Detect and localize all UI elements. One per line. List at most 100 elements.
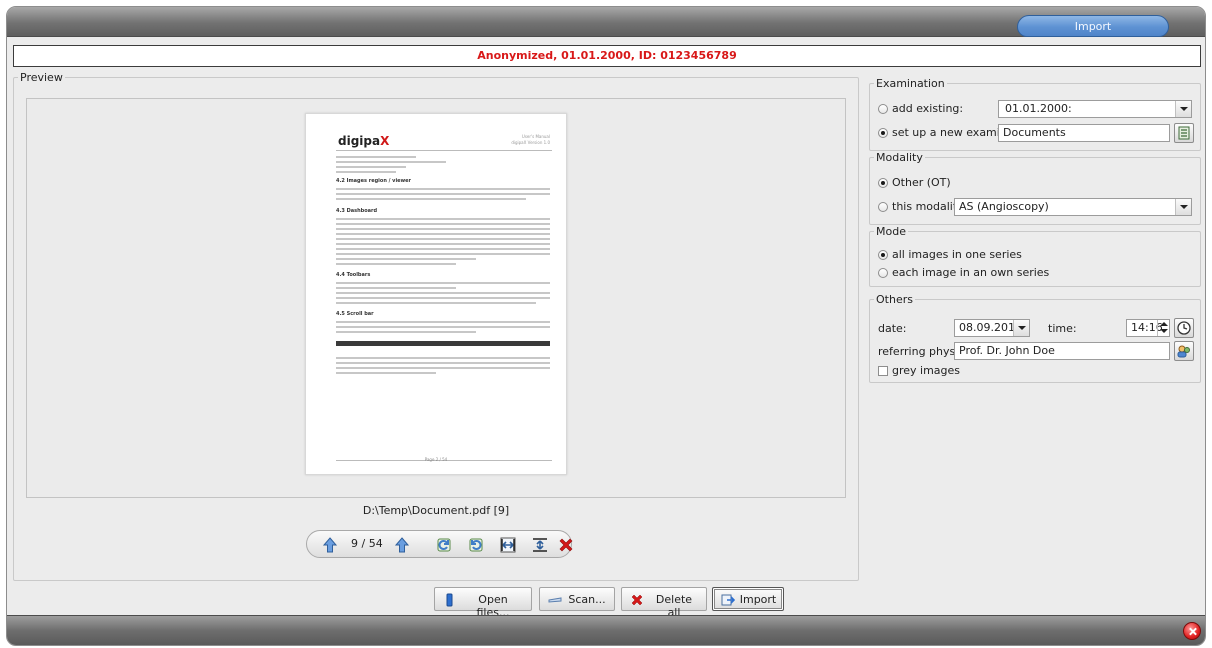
examination-list-button[interactable] xyxy=(1174,123,1194,143)
time-spinner[interactable] xyxy=(1157,320,1169,336)
all-one-series-label: all images in one series xyxy=(892,248,1022,261)
previous-page-button[interactable] xyxy=(321,536,339,554)
text-line xyxy=(336,188,550,190)
examination-group: Examination add existing: 01.01.2000: se… xyxy=(869,77,1201,151)
page-counter: 9 / 54 xyxy=(351,537,383,550)
text-line xyxy=(336,292,550,294)
import-button[interactable]: Import xyxy=(712,587,784,611)
fit-height-button[interactable] xyxy=(531,536,549,554)
mode-group: Mode all images in one series each image… xyxy=(869,225,1201,287)
text-line xyxy=(336,193,550,195)
text-line xyxy=(336,156,416,158)
rotate-right-button[interactable] xyxy=(467,536,485,554)
chevron-down-icon xyxy=(1175,101,1191,117)
chevron-down-icon xyxy=(1175,199,1191,215)
page-divider xyxy=(336,150,552,151)
document-header-line2: digipaX Version 1.0 xyxy=(511,140,550,145)
remove-page-button[interactable] xyxy=(557,536,575,554)
text-line xyxy=(336,238,550,240)
text-line xyxy=(336,166,406,168)
modality-value: AS (Angioscopy) xyxy=(959,200,1049,213)
preview-group: Preview digipaX User's Manual digipaX Ve… xyxy=(13,71,859,581)
list-icon xyxy=(1178,126,1190,140)
time-label: time: xyxy=(1048,322,1077,335)
import-tab[interactable]: Import xyxy=(1017,15,1169,37)
new-examination-field[interactable]: Documents xyxy=(998,124,1170,142)
other-modality-label: Other (OT) xyxy=(892,176,951,189)
document-logo-mark: X xyxy=(380,134,390,148)
scanner-icon xyxy=(548,597,562,603)
text-line xyxy=(336,282,550,284)
text-line xyxy=(336,171,396,173)
text-line xyxy=(336,218,550,220)
date-picker[interactable]: 08.09.2011 xyxy=(954,319,1030,337)
file-path-label: D:\Temp\Document.pdf [9] xyxy=(362,504,510,517)
address-book-icon xyxy=(1177,345,1190,358)
existing-examination-value: 01.01.2000: xyxy=(1005,102,1072,115)
other-modality-radio[interactable] xyxy=(878,178,888,188)
arrow-up-blue-icon xyxy=(322,537,338,553)
patient-status-line: Anonymized, 01.01.2000, ID: 0123456789 xyxy=(13,45,1201,67)
grey-images-checkbox[interactable] xyxy=(878,366,888,376)
text-line xyxy=(336,228,550,230)
mode-group-title: Mode xyxy=(874,225,908,238)
document-logo-text: digipa xyxy=(338,134,381,148)
preview-canvas[interactable]: digipaX User's Manual digipaX Version 1.… xyxy=(26,98,846,498)
grey-images-label: grey images xyxy=(892,364,961,377)
delete-all-button[interactable]: Delete all xyxy=(621,587,707,619)
action-button-row: Open files... Scan... Delete all Import xyxy=(7,587,1205,619)
footer-bar xyxy=(7,615,1205,645)
text-line xyxy=(336,223,550,225)
text-line xyxy=(336,302,536,304)
text-line xyxy=(336,161,446,163)
fit-height-icon xyxy=(533,538,547,552)
text-line xyxy=(336,233,550,235)
existing-examination-select[interactable]: 01.01.2000: xyxy=(998,100,1192,118)
next-page-button[interactable] xyxy=(393,536,411,554)
text-line xyxy=(336,297,550,299)
clock-icon xyxy=(1177,321,1191,335)
others-group-title: Others xyxy=(874,293,915,306)
add-existing-radio[interactable] xyxy=(878,104,888,114)
close-icon[interactable] xyxy=(1183,622,1201,640)
text-line xyxy=(336,321,550,323)
chevron-down-icon xyxy=(1013,320,1029,336)
scrollbar-illustration xyxy=(336,341,550,346)
modality-select[interactable]: AS (Angioscopy) xyxy=(954,198,1192,216)
import-label: Import xyxy=(739,593,777,606)
fit-width-button[interactable] xyxy=(499,536,517,554)
scan-button[interactable]: Scan... xyxy=(539,587,615,611)
scan-label: Scan... xyxy=(568,593,606,606)
document-heading: 4.5 Scroll bar xyxy=(336,311,374,317)
this-modality-radio[interactable] xyxy=(878,202,888,212)
rotate-right-icon xyxy=(469,538,483,552)
add-existing-label: add existing: xyxy=(892,102,964,115)
text-line xyxy=(336,198,526,200)
physician-field[interactable]: Prof. Dr. John Doe xyxy=(954,342,1170,360)
text-line xyxy=(336,367,550,369)
new-examination-radio[interactable] xyxy=(878,128,888,138)
current-time-button[interactable] xyxy=(1174,318,1194,338)
each-own-series-label: each image in an own series xyxy=(892,266,1050,279)
rotate-left-button[interactable] xyxy=(435,536,453,554)
time-field[interactable]: 14:16 xyxy=(1126,319,1170,337)
each-own-series-radio[interactable] xyxy=(878,268,888,278)
all-one-series-radio[interactable] xyxy=(878,250,888,260)
physician-lookup-button[interactable] xyxy=(1174,341,1194,361)
rotate-left-icon xyxy=(437,538,451,552)
document-heading: 4.3 Dashboard xyxy=(336,208,378,214)
open-files-icon xyxy=(446,593,453,607)
text-line xyxy=(336,326,550,328)
title-bar: Import xyxy=(7,7,1205,37)
fit-width-icon xyxy=(500,537,516,553)
open-files-button[interactable]: Open files... xyxy=(434,587,532,619)
import-icon xyxy=(721,594,735,606)
document-page-thumbnail: digipaX User's Manual digipaX Version 1.… xyxy=(305,113,567,475)
delete-icon xyxy=(631,594,643,606)
text-line xyxy=(336,258,476,260)
text-line xyxy=(336,253,550,255)
text-line xyxy=(336,362,550,364)
text-line xyxy=(336,331,476,333)
modality-group-title: Modality xyxy=(874,151,925,164)
arrow-down-blue-icon xyxy=(394,537,410,553)
